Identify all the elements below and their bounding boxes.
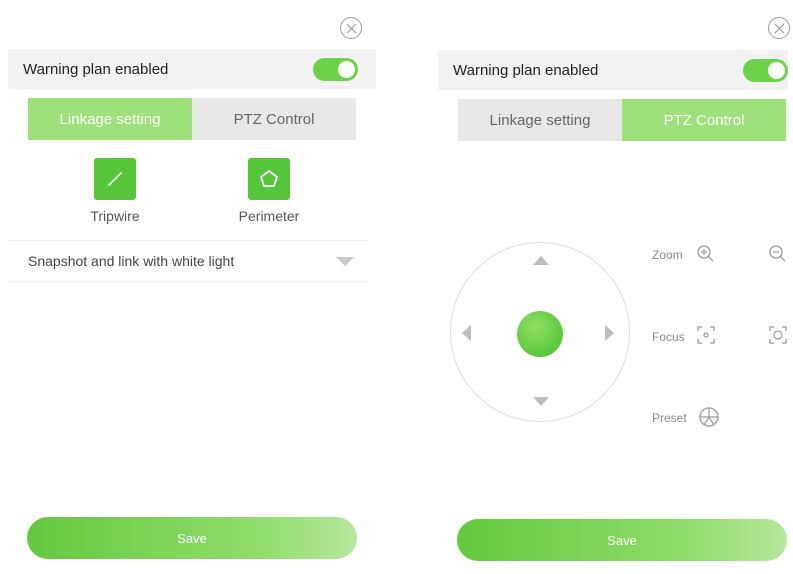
warning-plan-row: Warning plan enabled	[438, 50, 788, 90]
perimeter-icon	[248, 158, 290, 200]
zoom-in-icon[interactable]	[696, 244, 716, 269]
close-button[interactable]	[340, 17, 362, 39]
triangle-down-icon	[336, 256, 354, 266]
arrow-up-icon[interactable]	[531, 253, 551, 272]
joystick-center-button[interactable]	[517, 311, 563, 357]
linkage-action-value: Snapshot and link with white light	[28, 253, 235, 269]
arrow-left-icon[interactable]	[459, 323, 473, 348]
arrow-down-icon[interactable]	[531, 395, 551, 414]
toggle-knob	[338, 60, 355, 78]
tripwire-option[interactable]: Tripwire	[65, 158, 165, 224]
warning-plan-toggle[interactable]	[743, 58, 788, 82]
right-panel: Warning plan enabled Linkage setting PTZ…	[430, 0, 793, 574]
focus-far-icon[interactable]	[768, 325, 788, 350]
close-button[interactable]	[768, 17, 790, 39]
warning-plan-row: Warning plan enabled	[8, 49, 376, 89]
tab-linkage-setting[interactable]: Linkage setting	[458, 99, 622, 141]
left-panel: Warning plan enabled Linkage setting PTZ…	[0, 0, 380, 574]
perimeter-label: Perimeter	[238, 208, 300, 224]
tab-ptz-control[interactable]: PTZ Control	[622, 99, 786, 141]
tripwire-icon	[94, 158, 136, 200]
arrow-right-icon[interactable]	[603, 323, 617, 348]
warning-plan-toggle[interactable]	[313, 57, 358, 81]
toggle-knob	[768, 61, 785, 79]
preset-label: Preset	[652, 411, 687, 425]
warning-plan-label: Warning plan enabled	[23, 60, 169, 78]
tab-bar: Linkage setting PTZ Control	[458, 99, 786, 141]
save-button[interactable]: Save	[27, 517, 357, 559]
zoom-out-icon[interactable]	[768, 244, 788, 269]
tab-bar: Linkage setting PTZ Control	[28, 98, 356, 140]
preset-icon[interactable]	[698, 406, 720, 433]
focus-near-icon[interactable]	[696, 325, 716, 350]
linkage-action-select[interactable]: Snapshot and link with white light	[8, 240, 368, 282]
tripwire-label: Tripwire	[90, 208, 140, 224]
ptz-joystick	[450, 242, 630, 422]
tab-ptz-control[interactable]: PTZ Control	[192, 98, 356, 140]
tab-linkage-setting[interactable]: Linkage setting	[28, 98, 192, 140]
perimeter-option[interactable]: Perimeter	[219, 158, 319, 224]
focus-label: Focus	[652, 330, 685, 344]
zoom-label: Zoom	[652, 248, 683, 262]
warning-plan-label: Warning plan enabled	[453, 61, 599, 79]
save-button[interactable]: Save	[457, 519, 787, 561]
